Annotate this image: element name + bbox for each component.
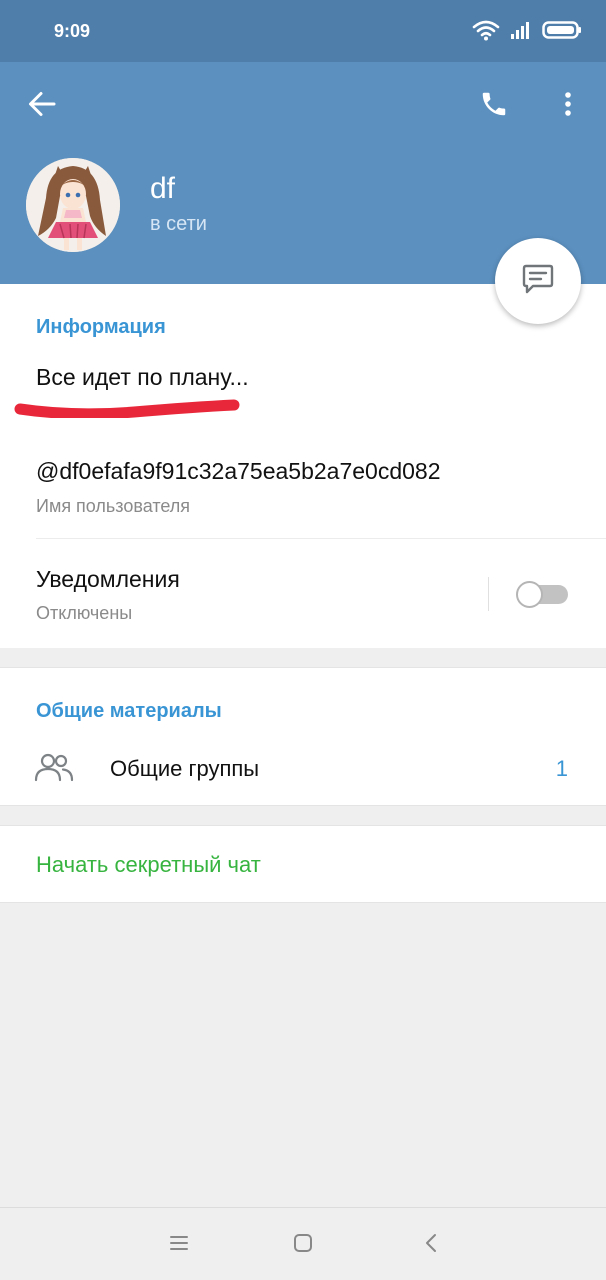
users-icon [34,752,74,787]
profile-name: df [150,172,176,205]
common-groups-count: 1 [555,756,568,781]
bio-text: Все идет по плану... [36,364,249,390]
wifi-icon [472,19,500,46]
secret-chat-section: Начать секретный чат [0,825,606,903]
call-button[interactable] [472,84,516,128]
red-underline-annotation [14,394,242,423]
home-nav-button[interactable] [288,1230,318,1260]
notifications-toggle[interactable] [516,581,570,608]
back-button[interactable] [20,84,64,128]
navigation-bar [0,1207,606,1280]
info-section-title: Информация [36,316,166,338]
arrow-left-icon [28,91,56,122]
chevron-left-icon [424,1233,438,1258]
status-icons [472,20,582,44]
notifications-label: Уведомления [36,566,180,592]
square-icon [293,1233,313,1258]
divider [36,538,606,539]
common-groups-label: Общие группы [110,756,260,781]
shared-media-section: Общие материалы Общие группы 1 [0,667,606,806]
shared-section-title: Общие материалы [36,700,222,722]
message-icon [520,261,556,302]
battery-icon [542,20,582,45]
more-vertical-icon [564,91,572,122]
phone-icon [479,89,509,124]
notifications-state: Отключены [36,603,133,623]
username-caption: Имя пользователя [36,496,191,516]
send-message-button[interactable] [495,238,581,324]
username-value: @df0efafa9f91c32a75ea5b2a7e0cd082 [36,458,441,484]
info-section: Информация Все идет по плану... @df0efaf… [0,284,606,648]
signal-icon [510,20,532,45]
vertical-divider [488,577,489,611]
common-groups-row[interactable]: Общие группы 1 [0,738,606,800]
more-options-button[interactable] [548,84,588,128]
menu-nav-button[interactable] [164,1230,194,1260]
status-bar: 9:09 [0,0,606,62]
back-nav-button[interactable] [416,1230,446,1260]
menu-icon [169,1234,189,1257]
online-status: в сети [150,213,207,235]
avatar[interactable] [26,158,120,252]
start-secret-chat-button[interactable]: Начать секретный чат [36,852,261,878]
toggle-knob [516,581,543,608]
status-time: 9:09 [54,21,91,41]
